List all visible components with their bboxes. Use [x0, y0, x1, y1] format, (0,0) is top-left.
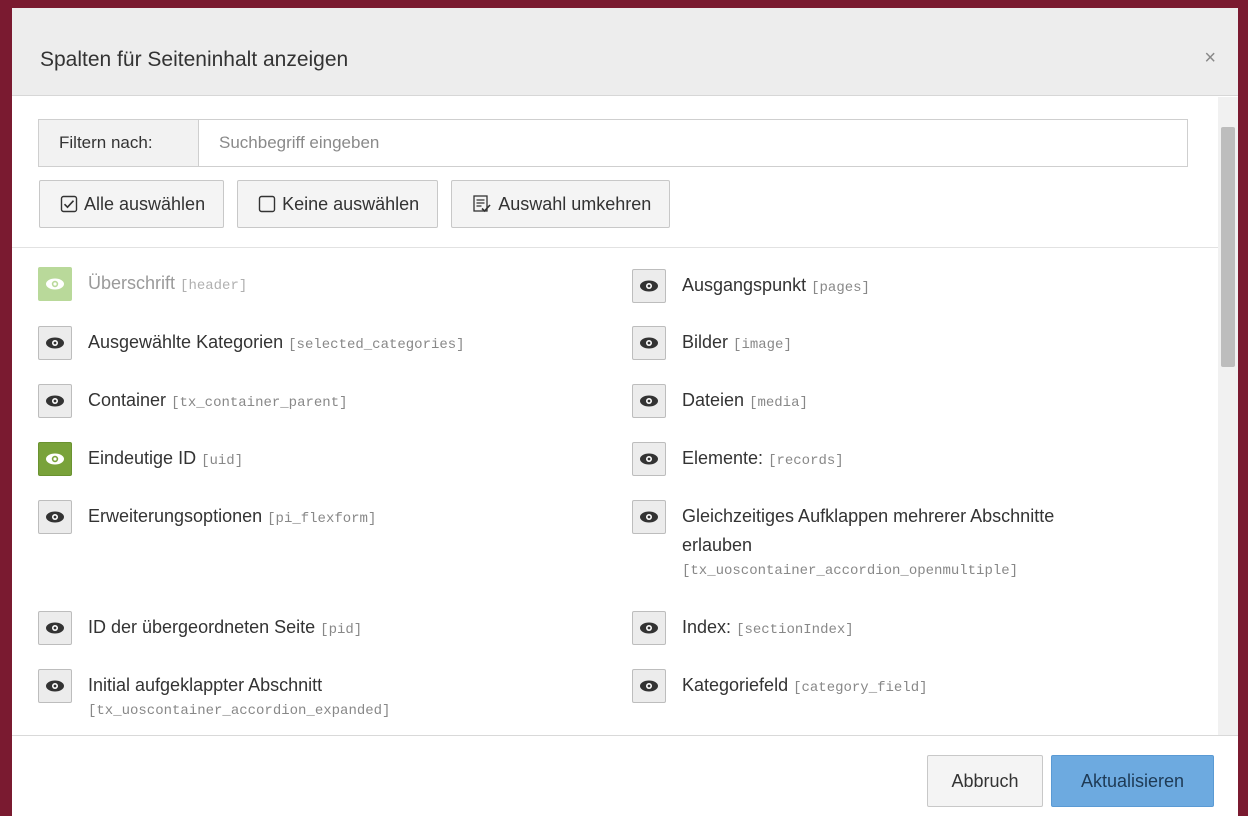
field-label: Elemente: [records] [682, 448, 844, 469]
visibility-toggle[interactable] [632, 326, 666, 360]
field-item-selected-categories: Ausgewählte Kategorien [selected_categor… [38, 326, 465, 360]
invert-selection-label: Auswahl umkehren [498, 193, 652, 214]
field-item-openmultiple: Gleichzeitiges Aufklappen mehrerer Absch… [632, 500, 1054, 582]
field-item-records: Elemente: [records] [632, 442, 844, 476]
visibility-toggle[interactable] [632, 442, 666, 476]
field-label: Bilder [image] [682, 332, 792, 353]
eye-icon [640, 622, 658, 634]
close-icon[interactable]: × [1204, 48, 1216, 68]
update-button[interactable]: Aktualisieren [1051, 755, 1214, 807]
visibility-toggle[interactable] [38, 384, 72, 418]
field-item-accordion-expanded: Initial aufgeklappter Abschnitt [tx_uosco… [38, 669, 390, 722]
field-item-pid: ID der übergeordneten Seite [pid] [38, 611, 362, 645]
select-all-label: Alle auswählen [84, 193, 206, 214]
eye-icon [46, 395, 64, 407]
eye-icon [640, 680, 658, 692]
eye-icon [640, 280, 658, 292]
cancel-button[interactable]: Abbruch [927, 755, 1043, 807]
visibility-toggle[interactable] [38, 326, 72, 360]
field-item-uid: Eindeutige ID [uid] [38, 442, 243, 476]
filter-search-input[interactable] [199, 120, 1187, 166]
eye-icon [46, 337, 64, 349]
dialog-header: Spalten für Seiteninhalt anzeigen × [12, 8, 1238, 96]
field-label: ID der übergeordneten Seite [pid] [88, 617, 363, 638]
eye-icon [46, 453, 64, 465]
field-label: Überschrift [header] [88, 273, 248, 294]
eye-icon [46, 511, 64, 523]
field-label: Kategoriefeld [category_field] [682, 675, 928, 696]
field-label: Gleichzeitiges Aufklappen mehrerer Absch… [682, 506, 1055, 579]
scrollbar-thumb[interactable] [1221, 127, 1235, 367]
field-label: Container [tx_container_parent] [88, 390, 348, 411]
eye-icon [640, 511, 658, 523]
eye-icon [46, 680, 64, 692]
visibility-toggle[interactable] [38, 669, 72, 703]
visibility-toggle[interactable] [632, 500, 666, 534]
scrollbar[interactable] [1218, 97, 1238, 735]
eye-icon [46, 622, 64, 634]
checkbox-checked-icon [60, 195, 78, 213]
eye-icon [640, 453, 658, 465]
eye-icon [640, 337, 658, 349]
field-item-section-index: Index: [sectionIndex] [632, 611, 854, 645]
field-label: Ausgewählte Kategorien [selected_categor… [88, 332, 465, 353]
visibility-toggle[interactable] [632, 611, 666, 645]
visibility-toggle[interactable] [38, 267, 72, 301]
visibility-toggle[interactable] [632, 269, 666, 303]
column-selection-dialog: Spalten für Seiteninhalt anzeigen × Filt… [12, 8, 1238, 816]
field-item-category-field: Kategoriefeld [category_field] [632, 669, 928, 703]
select-none-button[interactable]: Keine auswählen [237, 180, 439, 228]
field-label: Eindeutige ID [uid] [88, 448, 244, 469]
field-item-media: Dateien [media] [632, 384, 808, 418]
select-none-label: Keine auswählen [282, 193, 420, 214]
filter-group: Filtern nach: [38, 119, 1188, 167]
field-label: Initial aufgeklappter Abschnitt [tx_uosco… [88, 675, 391, 719]
field-list: Überschrift [header] Ausgangspunkt [page… [12, 248, 1218, 735]
field-label: Ausgangspunkt [pages] [682, 275, 870, 296]
dialog-title: Spalten für Seiteninhalt anzeigen [40, 48, 349, 71]
eye-icon [46, 278, 64, 290]
invert-selection-icon [472, 194, 492, 214]
field-label: Dateien [media] [682, 390, 808, 411]
field-item-container: Container [tx_container_parent] [38, 384, 348, 418]
checkbox-empty-icon [258, 195, 276, 213]
visibility-toggle[interactable] [632, 669, 666, 703]
field-item-pages: Ausgangspunkt [pages] [632, 269, 870, 303]
field-label: Index: [sectionIndex] [682, 617, 854, 638]
field-label: Erweiterungsoptionen [pi_flexform] [88, 506, 377, 527]
eye-icon [640, 395, 658, 407]
selection-toolbar: Alle auswählen Keine auswählen Auswahl u… [39, 180, 671, 228]
filter-label: Filtern nach: [39, 120, 199, 166]
visibility-toggle[interactable] [38, 500, 72, 534]
dialog-body: Filtern nach: Alle auswählen Keine auswä… [12, 97, 1238, 735]
field-item-pi-flexform: Erweiterungsoptionen [pi_flexform] [38, 500, 376, 534]
select-all-button[interactable]: Alle auswählen [39, 180, 225, 228]
visibility-toggle[interactable] [632, 384, 666, 418]
invert-selection-button[interactable]: Auswahl umkehren [451, 180, 671, 228]
visibility-toggle[interactable] [38, 442, 72, 476]
visibility-toggle[interactable] [38, 611, 72, 645]
field-item-header: Überschrift [header] [38, 267, 247, 301]
dialog-footer: Abbruch Aktualisieren [12, 735, 1238, 816]
field-item-image: Bilder [image] [632, 326, 792, 360]
